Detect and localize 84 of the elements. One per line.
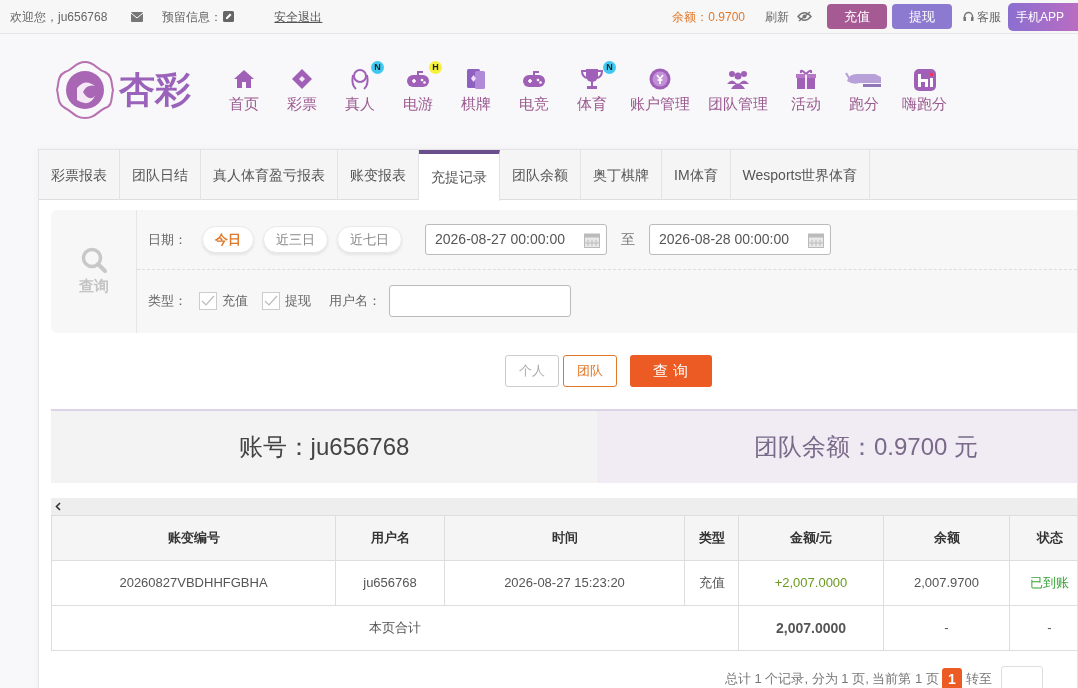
nav-link[interactable]: 彩票 [287, 92, 317, 116]
checkbox-label: 充值 [222, 291, 248, 310]
report-tab[interactable]: 团队余额 [500, 150, 581, 200]
support-link[interactable]: 客服 [977, 7, 1001, 26]
page-button[interactable]: 1 [941, 668, 962, 688]
nav-link[interactable]: 电竞 [519, 92, 549, 116]
chevron-left-icon [55, 502, 61, 511]
column-header: 时间 [444, 515, 685, 561]
range-separator: 至 [621, 230, 635, 249]
column-header: 用户名 [335, 515, 445, 561]
type-label: 类型： [148, 291, 187, 310]
refresh-link[interactable]: 刷新 [765, 7, 789, 26]
checkbox[interactable] [262, 291, 280, 310]
nav-link[interactable]: 棋牌 [461, 92, 491, 116]
scope-button[interactable]: 团队 [562, 355, 617, 387]
checkbox[interactable] [199, 291, 217, 310]
badge: H [429, 60, 442, 74]
pagination-summary: 总计 1 个记录, 分为 1 页, 当前第 1 页 [725, 670, 939, 688]
balance-text: 余额：0.9700 [672, 8, 745, 26]
table-cell: 本页合计 [51, 605, 739, 651]
nav-link[interactable]: 跑分 [849, 92, 879, 116]
badge: N [603, 60, 616, 74]
checkbox-label: 提现 [285, 291, 311, 310]
eye-hidden-icon [797, 11, 812, 22]
app-tile-icon [911, 66, 938, 91]
calendar-icon [584, 231, 600, 248]
column-header: 余额 [883, 515, 1010, 561]
account-text: 账号：ju656768 [238, 432, 410, 462]
table-cell: 2,007.9700 [883, 560, 1010, 606]
date-label: 日期： [148, 230, 187, 249]
column-header: 状态 [1009, 515, 1077, 561]
column-header: 账变编号 [51, 515, 336, 561]
query-button[interactable]: 查 询 [629, 355, 712, 387]
table-cell: 2,007.0000 [738, 605, 884, 651]
nav-link[interactable]: 账户管理 [630, 92, 690, 116]
nav-link[interactable]: 首页 [229, 92, 259, 116]
headset-icon [963, 11, 974, 22]
table-cell: - [883, 605, 1010, 651]
reserved-info-label: 预留信息： [162, 8, 223, 26]
page-number-field[interactable] [1000, 666, 1043, 688]
username-field[interactable] [389, 284, 571, 317]
goto-label: 转至 [965, 670, 992, 688]
logo-emblem-icon [55, 60, 115, 120]
logout-link[interactable]: 安全退出 [274, 7, 323, 26]
report-tab[interactable]: 真人体育盈亏报表 [201, 150, 338, 200]
table-cell: ju656768 [335, 560, 445, 606]
nav-link[interactable]: 团队管理 [708, 92, 768, 116]
table-cell: 20260827VBDHHFGBHA [51, 560, 336, 606]
calendar-icon [808, 231, 824, 248]
mail-icon [131, 11, 144, 22]
nav-link[interactable]: 真人 [345, 92, 375, 116]
report-tab[interactable]: 彩票报表 [39, 150, 120, 200]
search-icon [79, 245, 108, 274]
yen-coin-icon [648, 66, 672, 91]
column-header: 类型 [684, 515, 739, 561]
nav-link[interactable]: 电游 [403, 92, 433, 116]
date-field[interactable]: 2026-08-27 00:00:00 [425, 224, 607, 255]
table-cell: 充值 [684, 560, 739, 606]
quick-date-button[interactable]: 今日 [202, 226, 254, 253]
trophy-icon [580, 66, 604, 91]
logo-text: 杏彩 [118, 68, 192, 112]
mobile-app-button[interactable]: 手机APP [1008, 2, 1078, 31]
column-header: 金额/元 [738, 515, 884, 561]
welcome-text: 欢迎您，ju656768 [10, 8, 108, 26]
nav-link[interactable]: 体育 [577, 92, 607, 116]
top-withdraw-button[interactable]: 提现 [892, 4, 952, 29]
username-label: 用户名： [329, 291, 381, 310]
team-balance-text: 团队余额：0.9700 元 [754, 432, 979, 462]
report-tab[interactable]: 充提记录 [419, 150, 500, 201]
nav-link[interactable]: 嗨跑分 [902, 92, 947, 116]
top-deposit-button[interactable]: 充值 [827, 4, 887, 29]
quick-date-button[interactable]: 近三日 [263, 226, 328, 253]
nav-link[interactable]: 活动 [791, 92, 821, 116]
date-field[interactable]: 2026-08-28 00:00:00 [649, 224, 831, 255]
report-tab[interactable]: Wesports世界体育 [730, 150, 871, 200]
report-tab[interactable]: 团队日结 [120, 150, 201, 200]
playing-cards-icon [464, 66, 488, 91]
badge: N [371, 60, 384, 74]
table-cell: 2026-08-27 15:23:20 [444, 560, 685, 606]
report-tab[interactable]: 奥丁棋牌 [581, 150, 662, 200]
table-cell: +2,007.0000 [738, 560, 884, 606]
edit-icon [223, 11, 235, 22]
report-tab[interactable]: IM体育 [662, 150, 731, 200]
quick-date-button[interactable]: 近七日 [337, 226, 402, 253]
